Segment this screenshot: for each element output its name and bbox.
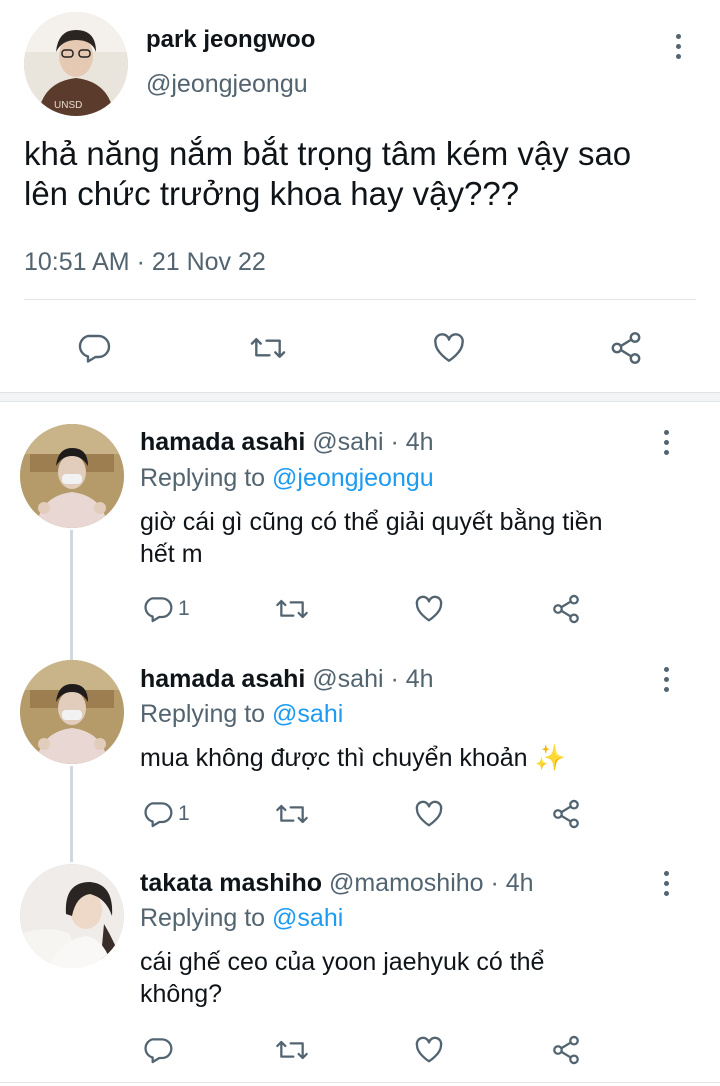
retweet-button[interactable] [274,593,310,625]
share-icon [553,594,579,624]
retweet-icon [276,1040,308,1060]
retweet-button[interactable] [274,798,310,830]
like-button[interactable] [412,1034,446,1066]
replying-to: Replying to @sahi [140,904,343,933]
share-icon [553,799,579,829]
replying-to-link[interactable]: @sahi [272,904,343,932]
replying-to-prefix: Replying to [140,904,273,932]
reply-header: hamada asahi @sahi · 4h [140,428,434,457]
reply-header: hamada asahi @sahi · 4h [140,665,434,694]
like-button[interactable] [430,330,468,366]
replying-to-prefix: Replying to [140,464,273,492]
author-name[interactable]: park jeongwoo [146,26,315,54]
reply-meta[interactable]: @sahi · 4h [305,428,433,456]
reply-text-line: không? [140,980,223,1008]
reply-author-name[interactable]: hamada asahi [140,428,305,456]
tweet-text-line: khả năng nắm bắt trọng tâm kém vậy sao [24,135,632,172]
retweet-button[interactable] [249,330,287,366]
svg-text:UNSD: UNSD [54,100,82,111]
avatar[interactable] [20,864,124,968]
replying-to: Replying to @jeongjeongu [140,464,434,493]
section-divider [0,392,720,402]
like-icon [434,333,464,362]
bottom-divider [0,1082,720,1083]
share-button[interactable] [607,330,645,366]
thread-line [70,530,73,660]
tweet-text: khả năng nắm bắt trọng tâm kém vậy sao l… [24,134,704,214]
like-icon [415,1036,443,1063]
author-handle[interactable]: @jeongjeongu [146,70,308,99]
avatar[interactable]: UNSD [24,12,128,116]
reply-button[interactable] [76,330,112,366]
reply-button[interactable]: 1 [142,798,190,830]
reply-button[interactable]: 1 [142,593,190,625]
like-button[interactable] [412,798,446,830]
reply-count: 1 [178,597,190,620]
reply-text: giờ cái gì cũng có thể giải quyết bằng t… [140,506,700,570]
reply-meta[interactable]: @sahi · 4h [305,665,433,693]
retweet-button[interactable] [274,1034,310,1066]
reply-text-line: mua không được thì chuyển khoản ✨ [140,744,566,772]
reply-text: cái ghế ceo của yoon jaehyuk có thể khôn… [140,946,700,1010]
retweet-icon [276,599,308,619]
divider [24,299,696,300]
more-options-icon[interactable] [654,865,678,901]
replying-to: Replying to @sahi [140,700,343,729]
reply-author-name[interactable]: hamada asahi [140,665,305,693]
reply-text-line: cái ghế ceo của yoon jaehyuk có thể [140,948,545,976]
reply-icon [144,597,173,623]
reply-icon [144,1038,173,1064]
tweet-text-line: lên chức trưởng khoa hay vậy??? [24,175,520,212]
share-icon [611,332,641,364]
share-icon [553,1035,579,1065]
like-button[interactable] [412,593,446,625]
more-options-icon[interactable] [654,424,678,460]
more-options-icon[interactable] [666,28,690,64]
like-icon [415,595,443,622]
reply-meta[interactable]: @mamoshiho · 4h [322,869,534,897]
more-options-icon[interactable] [654,661,678,697]
retweet-icon [250,338,286,358]
reply-text: mua không được thì chuyển khoản ✨ [140,742,700,774]
reply-icon [78,334,111,363]
avatar[interactable] [20,424,124,528]
replying-to-link[interactable]: @sahi [272,700,343,728]
reply-header: takata mashiho @mamoshiho · 4h [140,869,534,898]
retweet-icon [276,804,308,824]
share-button[interactable] [549,798,583,830]
reply-text-line: hết m [140,540,203,568]
replying-to-link[interactable]: @jeongjeongu [272,464,434,492]
reply-author-name[interactable]: takata mashiho [140,869,322,897]
reply-icon [144,802,173,828]
reply-text-line: giờ cái gì cũng có thể giải quyết bằng t… [140,508,603,536]
replying-to-prefix: Replying to [140,700,273,728]
share-button[interactable] [549,1034,583,1066]
reply-button[interactable] [142,1034,178,1066]
tweet-timestamp[interactable]: 10:51 AM · 21 Nov 22 [24,248,266,277]
reply-count: 1 [178,802,190,825]
share-button[interactable] [549,593,583,625]
avatar[interactable] [20,660,124,764]
like-icon [415,800,443,827]
thread-line [70,766,73,862]
